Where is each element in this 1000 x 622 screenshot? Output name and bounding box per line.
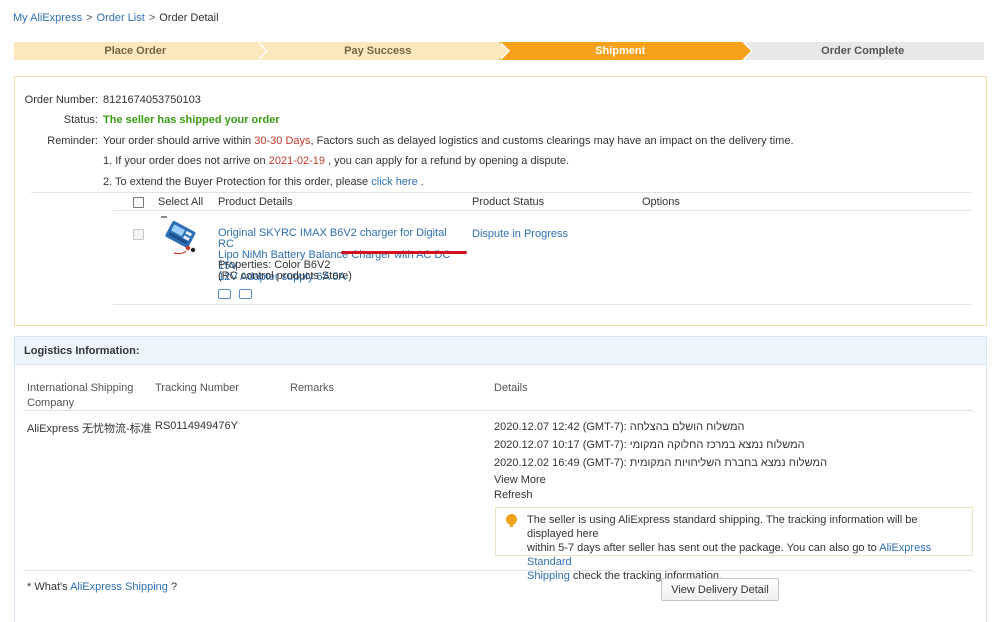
dispute-status-link[interactable]: Dispute in Progress: [472, 228, 568, 240]
aliexpress-shipping-link[interactable]: AliExpress Shipping: [70, 581, 168, 593]
click-here-link[interactable]: click here: [371, 176, 417, 188]
note-text: within 5-7 days after seller has sent ou…: [527, 542, 877, 554]
shipping-faq: * What's AliExpress Shipping ?: [27, 581, 177, 593]
breadcrumb: My AliExpress > Order List > Order Detail: [13, 12, 219, 24]
step-label: Pay Success: [344, 45, 412, 57]
reminder-label: Reminder:: [47, 135, 98, 147]
tracking-event: 2020.12.02 16:49 (GMT-7): המשלוח נמצא בח…: [494, 457, 828, 469]
view-delivery-detail-button[interactable]: View Delivery Detail: [661, 578, 779, 601]
breadcrumb-separator: >: [148, 12, 156, 24]
red-underline-annotation: [341, 251, 467, 254]
reminder-line-2: 2. To extend the Buyer Protection for th…: [103, 176, 424, 188]
product-status-header: Product Status: [472, 196, 545, 208]
refund-date: 2021-02-19: [268, 155, 325, 167]
divider: [113, 210, 971, 211]
product-title-line: Original SKYRC IMAX B6V2 charger for Dig…: [218, 227, 447, 250]
shipping-company: AliExpress 无忧物流-标准: [27, 423, 152, 435]
details-header: Details: [494, 382, 528, 394]
reminder-days: 30-30 Days: [254, 135, 311, 147]
step-label: Place Order: [104, 45, 167, 57]
step-pay-success: Pay Success: [256, 42, 510, 60]
logistics-heading: Logistics Information:: [15, 337, 986, 365]
message-icon[interactable]: [239, 289, 252, 299]
reminder-text: Your order should arrive within 30-30 Da…: [103, 135, 794, 147]
reminder-line-1: 1. If your order does not arrive on 2021…: [103, 155, 569, 167]
faq-post: ?: [170, 581, 178, 593]
breadcrumb-separator: >: [86, 12, 93, 24]
remarks-header: Remarks: [290, 382, 335, 394]
shipping-note: The seller is using AliExpress standard …: [495, 507, 973, 582]
product-checkbox[interactable]: [133, 229, 144, 240]
line1-pre: 1. If your order does not arrive on: [103, 155, 266, 167]
reminder-pre: Your order should arrive within: [103, 135, 252, 147]
tracking-number: RS0114949476Y: [155, 420, 238, 432]
order-number-label: Order Number:: [24, 94, 98, 106]
header-line: International Shipping: [27, 382, 134, 394]
divider: [23, 410, 973, 411]
product-details-header: Product Details: [218, 196, 293, 208]
shipping-company-header: International Shipping Company: [27, 381, 133, 411]
step-label: Shipment: [595, 45, 646, 57]
divider: [113, 304, 971, 305]
status-label: Status:: [63, 114, 98, 126]
snapshot-icon[interactable]: [218, 289, 231, 299]
view-more-link[interactable]: View More: [494, 474, 546, 486]
divider: [23, 570, 973, 571]
reminder-post: , Factors such as delayed logistics and …: [310, 135, 794, 147]
options-header: Options: [642, 196, 680, 208]
refresh-link[interactable]: Refresh: [494, 489, 533, 501]
select-all-label: Select All: [158, 196, 204, 208]
standard-shipping-link[interactable]: Shipping: [527, 570, 570, 582]
breadcrumb-order-list[interactable]: Order List: [97, 12, 145, 24]
step-shipment: Shipment: [499, 42, 753, 60]
product-store: (RC control products Store): [218, 270, 352, 282]
product-meta: Properties: Color B6V2 (RC control produ…: [218, 260, 352, 282]
step-label: Order Complete: [821, 45, 905, 57]
header-line: Company: [27, 397, 75, 409]
step-order-complete: Order Complete: [741, 42, 984, 60]
note-text: The seller is using AliExpress standard …: [527, 514, 918, 540]
logistics-panel: Logistics Information: International Shi…: [14, 336, 987, 622]
order-number: 8121674053750103: [103, 94, 201, 106]
breadcrumb-my-aliexpress[interactable]: My AliExpress: [13, 12, 82, 24]
line2-pre: 2. To extend the Buyer Protection for th…: [103, 176, 369, 188]
faq-pre: * What's: [27, 581, 68, 593]
step-place-order: Place Order: [14, 42, 268, 60]
breadcrumb-current: Order Detail: [159, 12, 219, 24]
tracking-number-header: Tracking Number: [155, 382, 239, 394]
tracking-event: 2020.12.07 10:17 (GMT-7): המשלוח נמצא במ…: [494, 439, 805, 451]
line2-post: .: [420, 176, 424, 188]
tracking-event: 2020.12.07 12:42 (GMT-7): המשלוח הושלם ב…: [494, 421, 745, 433]
order-status: The seller has shipped your order: [103, 114, 280, 126]
divider: [31, 192, 971, 193]
lightbulb-icon: [506, 514, 517, 527]
select-all-checkbox[interactable]: [133, 197, 144, 208]
product-image[interactable]: [160, 215, 198, 255]
order-progress-steps: Place Order Pay Success Shipment Order C…: [14, 42, 984, 60]
line1-post: , you can apply for a refund by opening …: [328, 155, 570, 167]
